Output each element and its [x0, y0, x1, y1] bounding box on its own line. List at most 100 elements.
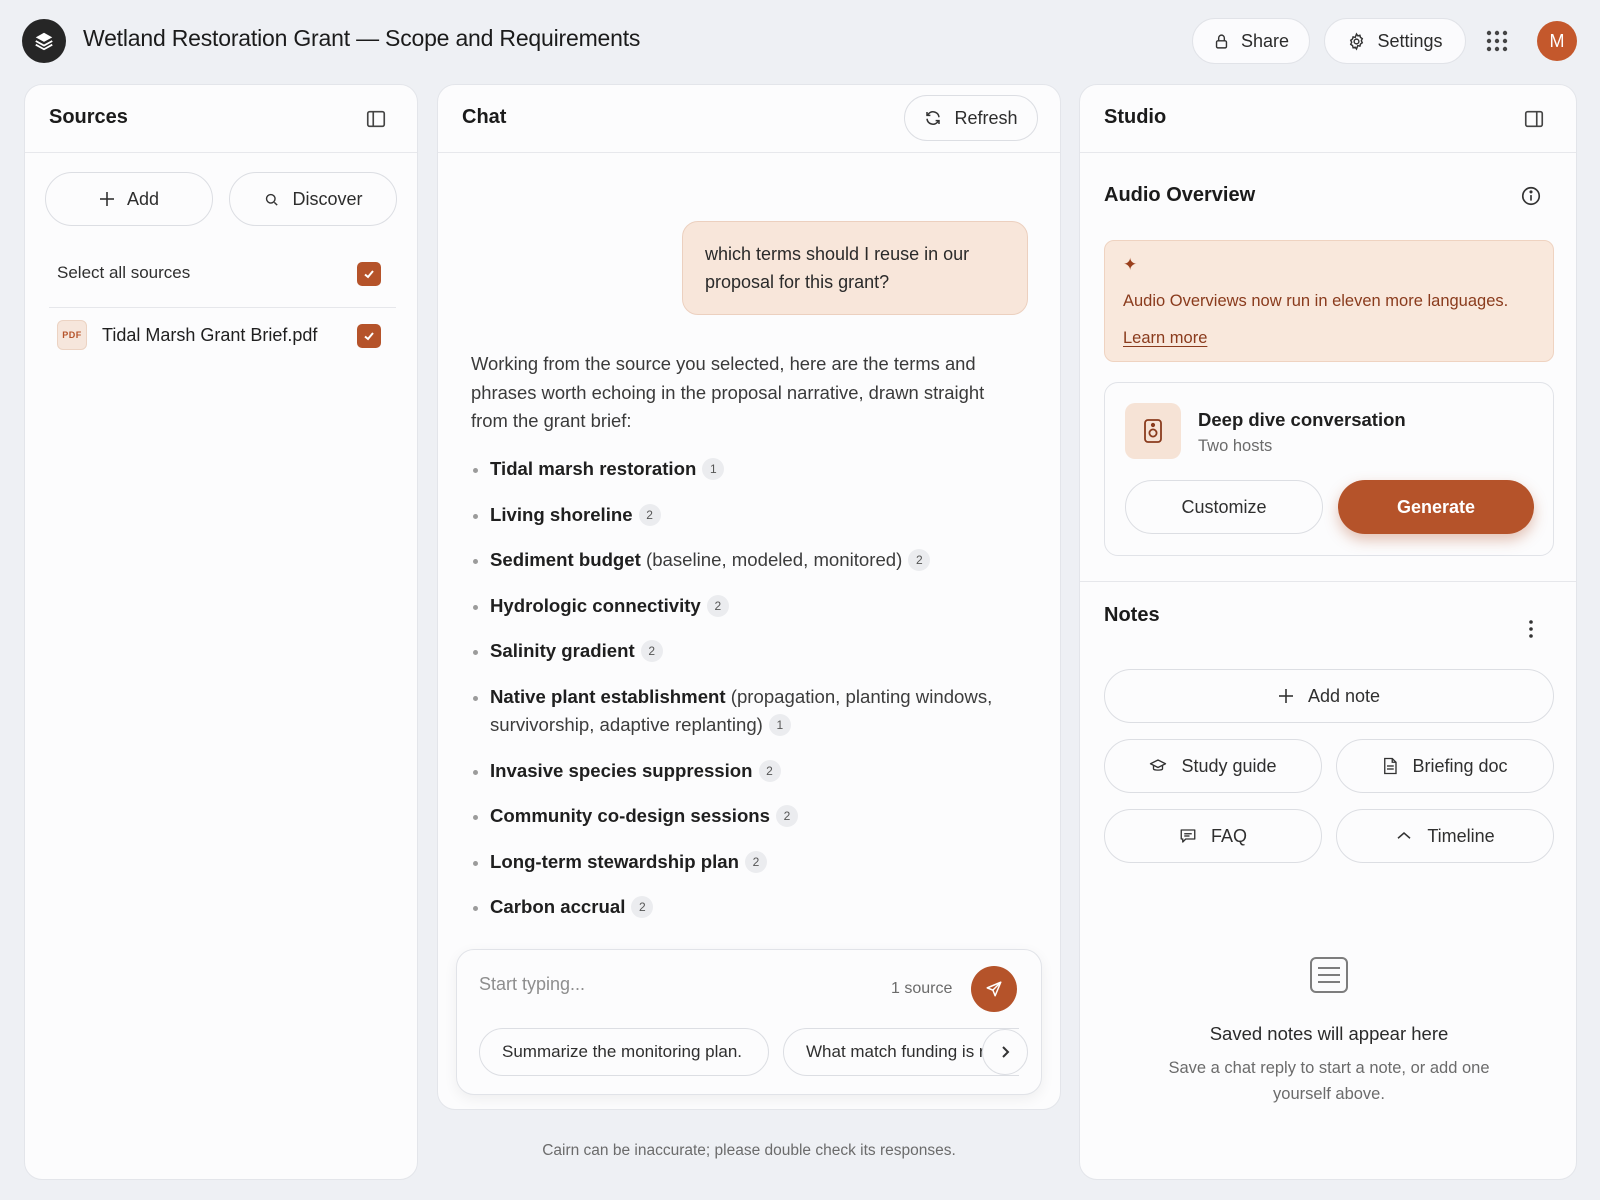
source-item[interactable]: PDF Tidal Marsh Grant Brief.pdf [57, 319, 387, 353]
term-item: Native plant establishment (propagation,… [471, 683, 1031, 740]
chevron-right-icon[interactable] [982, 1029, 1028, 1075]
timeline-button[interactable]: Timeline [1336, 809, 1554, 863]
plus-icon [99, 191, 115, 207]
sources-divider [49, 307, 396, 308]
send-button[interactable] [971, 966, 1017, 1012]
send-icon [985, 980, 1003, 998]
deep-dive-title: Deep dive conversation [1198, 409, 1406, 430]
citation-badge[interactable]: 2 [744, 850, 767, 873]
discover-label: Discover [292, 188, 363, 209]
citation-badge[interactable]: 1 [768, 714, 791, 737]
settings-button[interactable]: Settings [1324, 18, 1466, 64]
top-bar: Wetland Restoration Grant — Scope and Re… [0, 0, 1600, 82]
info-icon[interactable] [1520, 185, 1542, 207]
citation-badge[interactable]: 2 [776, 805, 798, 828]
citation-badge[interactable]: 2 [908, 549, 931, 572]
layers-logo-icon[interactable] [22, 19, 66, 63]
term-list: Tidal marsh restoration 1 Living shoreline… [471, 455, 1031, 939]
citation-badge[interactable]: 2 [631, 896, 654, 919]
citation-badge[interactable]: 2 [640, 640, 663, 663]
term-detail: (baseline, modeled, monitored) [646, 549, 903, 570]
add-note-button[interactable]: Add note [1104, 669, 1554, 723]
add-source-button[interactable]: Add [45, 172, 213, 226]
term-item: Tidal marsh restoration 1 [471, 455, 1031, 484]
term-name: Salinity gradient [490, 640, 635, 661]
source-count: 1 source [891, 980, 953, 997]
timeline-icon [1395, 827, 1413, 845]
assistant-response: Working from the source you selected, he… [438, 325, 1060, 1013]
term-name: Hydrologic connectivity [490, 594, 701, 616]
chat-input[interactable] [479, 974, 859, 995]
term-item: Invasive species suppression 2 [471, 757, 1031, 786]
briefing-doc-button[interactable]: Briefing doc [1336, 739, 1554, 793]
collapse-studio-icon[interactable] [1523, 108, 1545, 130]
document-icon [1382, 757, 1398, 775]
share-button[interactable]: Share [1192, 18, 1310, 64]
discover-button[interactable]: Discover [229, 172, 397, 226]
collapse-sidebar-icon[interactable] [365, 108, 387, 130]
select-all-checkbox[interactable] [357, 262, 381, 286]
studio-title: Studio [1104, 106, 1167, 128]
notes-empty-subtitle: Save a chat reply to start a note, or ad… [1168, 1059, 1490, 1103]
studio-divider [1080, 581, 1576, 582]
term-item: Long-term stewardship plan 2 [471, 848, 1031, 877]
disclaimer: Cairn can be inaccurate; please double c… [542, 1142, 956, 1159]
suggestion-chip[interactable]: Summarize the monitoring plan. [479, 1028, 769, 1076]
deep-dive-card: Deep dive conversation Two hosts Customi… [1104, 382, 1554, 556]
citation-badge[interactable]: 1 [702, 458, 725, 481]
sources-title: Sources [49, 106, 128, 128]
chat-bubble-icon [1179, 827, 1197, 845]
deep-dive-subtitle: Two hosts [1198, 437, 1273, 455]
suggestion-chips: Summarize the monitoring plan. What matc… [479, 1028, 1019, 1078]
term-item: Community co-design sessions 2 [471, 802, 1031, 831]
sources-panel: Sources Add Discover Select all sources … [24, 84, 418, 1180]
add-source-label: Add [126, 188, 160, 209]
more-options-icon[interactable] [1520, 618, 1542, 640]
term-name: Sediment budget [490, 549, 641, 570]
sparkle-icon: ✦ [1123, 255, 1138, 274]
audio-overview-title: Audio Overview [1104, 184, 1256, 206]
study-guide-label: Study guide [1181, 755, 1277, 776]
speaker-icon [1125, 403, 1181, 459]
select-all-label: Select all sources [57, 263, 191, 282]
refresh-button[interactable]: Refresh [904, 95, 1038, 141]
source-name[interactable]: Tidal Marsh Grant Brief.pdf [102, 325, 317, 346]
citation-badge[interactable]: 2 [758, 759, 781, 782]
chat-composer: 1 source Summarize the monitoring plan. … [456, 949, 1042, 1095]
faq-button[interactable]: FAQ [1104, 809, 1322, 863]
graduation-cap-icon [1149, 757, 1167, 775]
refresh-label: Refresh [954, 107, 1018, 128]
apps-grid-icon[interactable] [1484, 28, 1510, 54]
announcement-banner: ✦ Audio Overviews now run in eleven more… [1104, 240, 1554, 362]
pdf-icon: PDF [57, 320, 87, 350]
gear-icon [1347, 31, 1366, 51]
term-item: Living shoreline 2 [471, 501, 1031, 530]
select-all-row[interactable]: Select all sources [57, 257, 387, 291]
term-name: Living shoreline [490, 503, 633, 525]
customize-button[interactable]: Customize [1125, 480, 1323, 534]
sources-header: Sources [25, 85, 417, 153]
user-message: which terms should I reuse in our propos… [682, 221, 1028, 315]
notes-empty-icon [1307, 953, 1351, 997]
term-item: Carbon accrual 2 [471, 893, 1031, 922]
notebook-title[interactable]: Wetland Restoration Grant — Scope and Re… [83, 25, 640, 52]
term-name: Native plant establishment [490, 685, 726, 707]
add-note-label: Add note [1307, 685, 1381, 706]
term-name: Carbon accrual [490, 896, 626, 917]
term-name: Tidal marsh restoration [490, 458, 697, 479]
chat-title: Chat [462, 106, 507, 128]
term-name: Community co-design sessions [490, 805, 770, 826]
learn-more-link[interactable]: Learn more [1123, 329, 1207, 348]
notes-title: Notes [1104, 604, 1160, 626]
avatar[interactable]: M [1537, 21, 1577, 61]
studio-header: Studio [1080, 85, 1576, 153]
citation-badge[interactable]: 2 [638, 503, 661, 526]
source-checkbox[interactable] [357, 324, 381, 348]
study-guide-button[interactable]: Study guide [1104, 739, 1322, 793]
term-item: Hydrologic connectivity 2 [471, 592, 1031, 621]
share-label: Share [1240, 30, 1290, 51]
lock-icon [1213, 33, 1230, 50]
citation-badge[interactable]: 2 [706, 594, 729, 617]
term-name: Long-term stewardship plan [490, 850, 739, 872]
generate-button[interactable]: Generate [1338, 480, 1534, 534]
